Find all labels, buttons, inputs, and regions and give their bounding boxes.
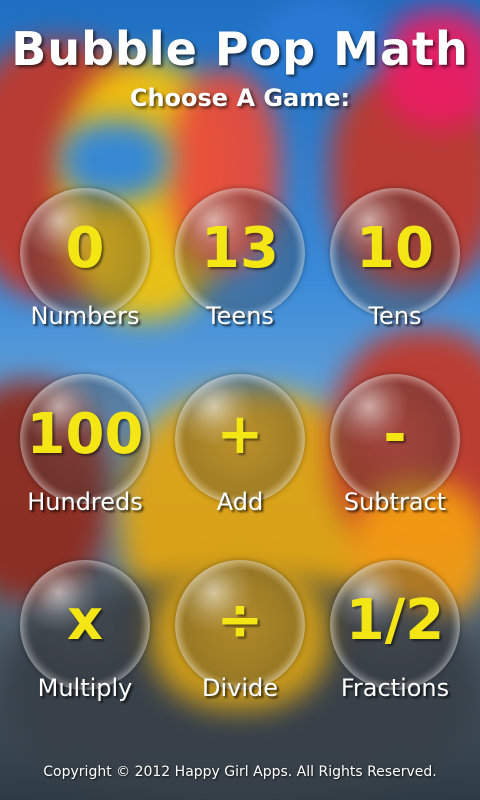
game-symbol: 10 <box>356 216 434 281</box>
game-tens-button[interactable]: 10 Tens <box>315 188 475 358</box>
game-numbers-button[interactable]: 0 Numbers <box>5 188 165 358</box>
app-title: Bubble Pop Math <box>11 22 469 76</box>
game-fractions-button[interactable]: 1/2 Fractions <box>315 560 475 730</box>
game-label: Tens <box>368 302 422 330</box>
game-multiply-button[interactable]: x Multiply <box>5 560 165 730</box>
game-label: Hundreds <box>27 488 143 516</box>
game-label: Divide <box>201 674 279 702</box>
game-label: Multiply <box>37 674 133 702</box>
game-subtract-button[interactable]: - Subtract <box>315 374 475 544</box>
game-add-button[interactable]: + Add <box>160 374 320 544</box>
game-symbol: 0 <box>65 216 105 281</box>
game-symbol: 100 <box>26 402 144 467</box>
copyright-text: Copyright © 2012 Happy Girl Apps. All Ri… <box>43 764 437 780</box>
game-divide-button[interactable]: ÷ Divide <box>160 560 320 730</box>
game-hundreds-button[interactable]: 100 Hundreds <box>5 374 165 544</box>
game-symbol: + <box>216 402 264 467</box>
game-symbol: - <box>383 402 407 467</box>
game-label: Subtract <box>343 488 447 516</box>
game-label: Fractions <box>340 674 450 702</box>
game-symbol: 1/2 <box>345 588 445 653</box>
game-symbol: 13 <box>201 216 279 281</box>
game-label: Numbers <box>30 302 140 330</box>
game-symbol: ÷ <box>216 588 264 653</box>
game-symbol: x <box>66 588 104 653</box>
game-label: Add <box>216 488 264 516</box>
game-label: Teens <box>206 302 274 330</box>
choose-game-heading: Choose A Game: <box>129 84 351 112</box>
game-teens-button[interactable]: 13 Teens <box>160 188 320 358</box>
